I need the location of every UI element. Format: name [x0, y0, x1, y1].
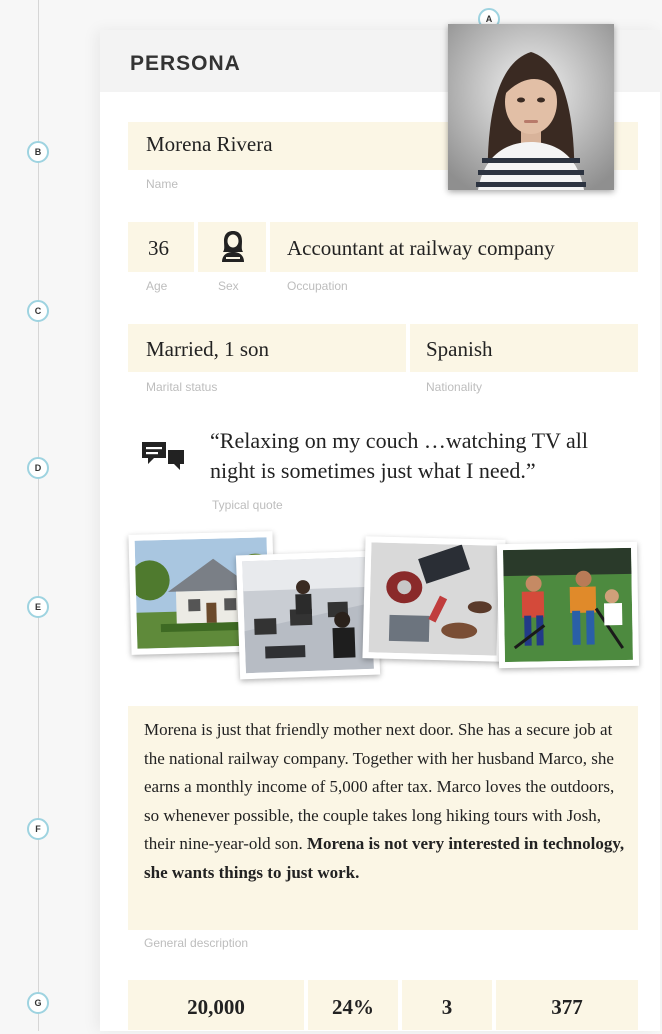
office-photo — [235, 550, 381, 680]
sex-label: Sex — [218, 279, 239, 293]
age-label: Age — [146, 279, 168, 293]
stat-3: 3 — [402, 980, 492, 1030]
general-description: Morena is just that friendly mother next… — [128, 706, 638, 930]
name-value: Morena Rivera — [146, 132, 273, 156]
age-value: 36 — [148, 236, 169, 260]
stat-4: 377 — [496, 980, 638, 1030]
description-label: General description — [144, 936, 249, 950]
speech-bubbles-icon — [142, 442, 184, 470]
name-label: Name — [146, 177, 179, 191]
nationality-label: Nationality — [426, 380, 483, 394]
stat-1: 20,000 — [128, 980, 304, 1030]
page-title: PERSONA — [130, 52, 241, 75]
occupation-label: Occupation — [287, 279, 348, 293]
marker-d: D — [27, 457, 49, 479]
female-user-icon — [222, 231, 244, 262]
typical-quote: “Relaxing on my couch …watching TV all n… — [210, 426, 650, 486]
field-hockey-photo — [496, 541, 640, 669]
marker-g: G — [27, 992, 49, 1014]
marker-b: B — [27, 141, 49, 163]
quote-label: Typical quote — [212, 498, 283, 512]
marital-status-label: Marital status — [146, 380, 218, 394]
quote-line-2: night is sometimes just what I need.” — [210, 458, 536, 483]
description-text: Morena is just that friendly mother next… — [144, 716, 632, 887]
quote-line-1: “Relaxing on my couch …watching TV all — [210, 428, 588, 453]
lifestyle-photo — [362, 536, 506, 662]
persona-photo — [448, 24, 614, 190]
marital-status-value: Married, 1 son — [146, 337, 270, 361]
stat-2: 24% — [308, 980, 398, 1030]
marker-f: F — [27, 818, 49, 840]
occupation-value: Accountant at railway company — [287, 236, 555, 260]
marker-c: C — [27, 300, 49, 322]
nationality-value: Spanish — [426, 337, 493, 361]
marker-e: E — [27, 596, 49, 618]
